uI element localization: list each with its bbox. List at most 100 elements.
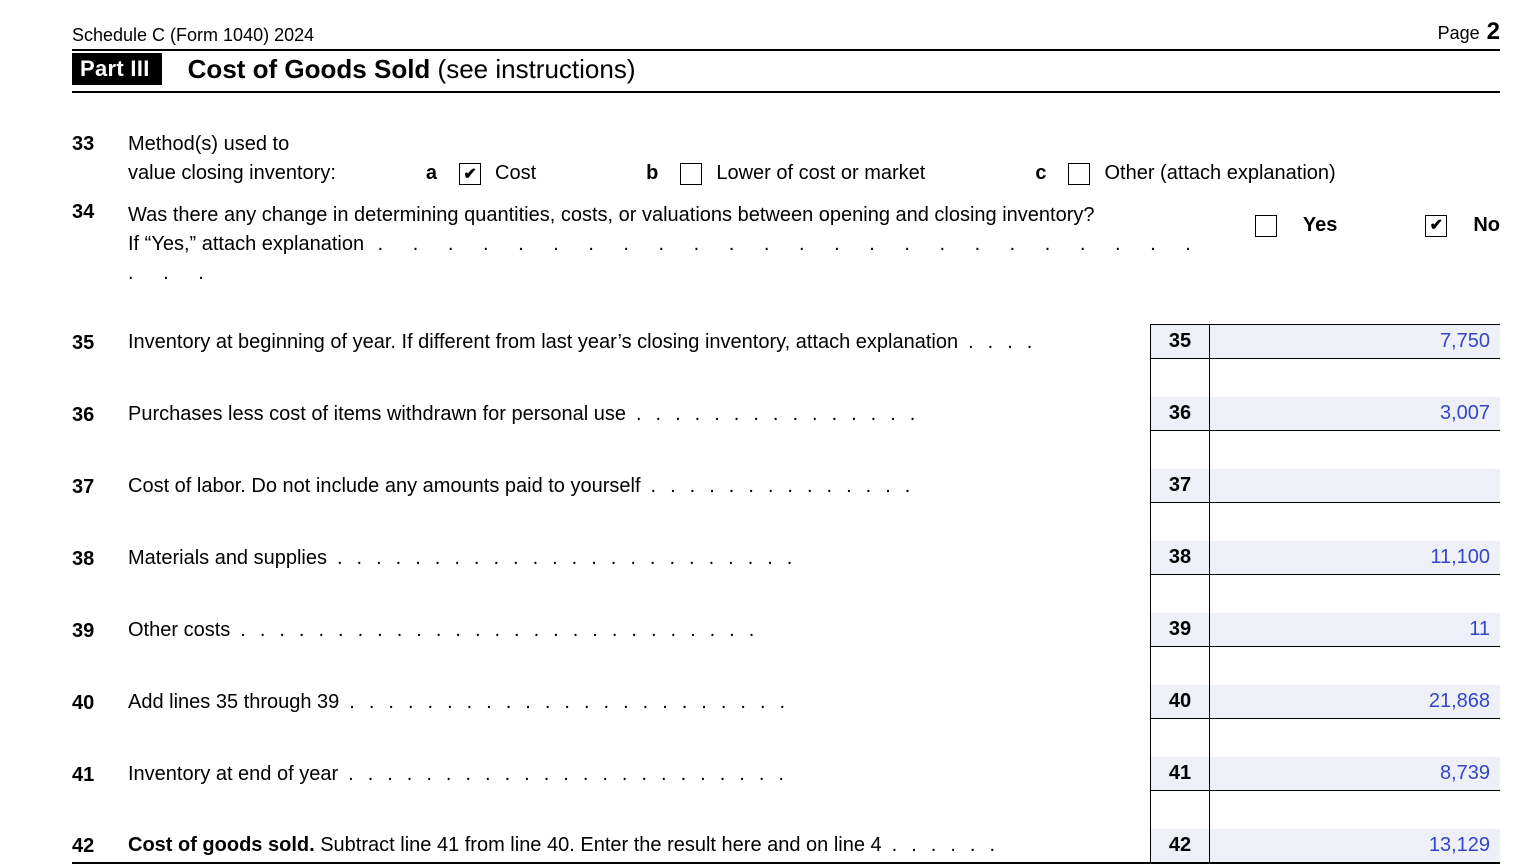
line-41-box-number: 41: [1151, 757, 1210, 791]
line-42-box-number: 42: [1151, 829, 1210, 863]
line-38-text-content: Materials and supplies: [128, 547, 327, 569]
row-spacer: [72, 359, 1500, 398]
line-34-no-label: No: [1473, 211, 1500, 240]
line-33-option-b: b Lower of cost or market: [646, 162, 925, 185]
checkbox-34-no[interactable]: ✔: [1425, 215, 1447, 237]
line-38-box-number: 38: [1151, 541, 1210, 575]
line-40-amount[interactable]: 21,868: [1210, 685, 1501, 719]
line-42-amount[interactable]: 13,129: [1210, 829, 1501, 863]
line-40-leader-dots: .......................: [339, 689, 799, 715]
cogs-table: 35Inventory at beginning of year. If dif…: [72, 324, 1500, 864]
line-36-number: 36: [72, 397, 128, 431]
line-37-box-number: 37: [1151, 469, 1210, 503]
line-39-text: Other costs...........................: [128, 613, 1151, 647]
line-41-amount[interactable]: 8,739: [1210, 757, 1501, 791]
page-indicator: Page 2: [1438, 18, 1500, 46]
line-35-leader-dots: ....: [958, 329, 1046, 355]
line-33-text-2: value closing inventory:: [128, 162, 336, 185]
line-41-leader-dots: .......................: [338, 761, 798, 787]
line-33-option-c: c Other (attach explanation): [1035, 162, 1335, 185]
row-spacer: [72, 575, 1500, 614]
checkbox-33b[interactable]: [680, 163, 702, 185]
checkbox-33a[interactable]: ✔: [459, 163, 481, 185]
section-title: Cost of Goods Sold (see instructions): [188, 54, 636, 85]
line-40-box-number: 40: [1151, 685, 1210, 719]
row-spacer: [72, 647, 1500, 686]
line-40-number: 40: [72, 685, 128, 719]
line-38-amount[interactable]: 11,100: [1210, 541, 1501, 575]
line-41: 41Inventory at end of year..............…: [72, 757, 1500, 791]
row-spacer: [72, 503, 1500, 542]
line-41-number: 41: [72, 757, 128, 791]
row-spacer: [72, 719, 1500, 758]
line-34: 34 Was there any change in determining q…: [72, 201, 1500, 288]
page-label: Page: [1438, 23, 1480, 43]
line-37-text: Cost of labor. Do not include any amount…: [128, 469, 1151, 503]
line-34-number: 34: [72, 201, 128, 224]
part-heading: Part III Cost of Goods Sold (see instruc…: [72, 51, 1500, 93]
line-41-text: Inventory at end of year................…: [128, 757, 1151, 791]
line-38-number: 38: [72, 541, 128, 575]
line-33-option-a-label: Cost: [495, 162, 536, 185]
line-39-box-number: 39: [1151, 613, 1210, 647]
line-42-number: 42: [72, 829, 128, 863]
form-header: Schedule C (Form 1040) 2024 Page 2: [72, 18, 1500, 46]
line-42-text: Cost of goods sold. Subtract line 41 fro…: [128, 829, 1151, 863]
line-33-option-b-letter: b: [646, 162, 658, 185]
line-37-amount[interactable]: [1210, 469, 1501, 503]
line-38-text: Materials and supplies..................…: [128, 541, 1151, 575]
line-37-leader-dots: ..............: [641, 473, 925, 499]
line-35-text: Inventory at beginning of year. If diffe…: [128, 325, 1151, 359]
line-35-box-number: 35: [1151, 325, 1210, 359]
line-33-option-c-label: Other (attach explanation): [1104, 162, 1335, 185]
line-42-leader-dots: ......: [882, 832, 1009, 858]
line-39-amount[interactable]: 11: [1210, 613, 1501, 647]
line-42-text-rest: Subtract line 41 from line 40. Enter the…: [315, 834, 882, 856]
line-33-number: 33: [72, 133, 128, 156]
line-36-box-number: 36: [1151, 397, 1210, 431]
page-number: 2: [1487, 18, 1500, 45]
line-37-text-content: Cost of labor. Do not include any amount…: [128, 475, 641, 497]
row-spacer: [72, 431, 1500, 470]
line-34-options: Yes ✔ No: [1255, 211, 1500, 240]
line-33-option-a: a ✔ Cost: [426, 162, 536, 185]
section-title-rest: (see instructions): [430, 54, 635, 84]
line-37: 37Cost of labor. Do not include any amou…: [72, 469, 1500, 503]
line-35-text-content: Inventory at beginning of year. If diffe…: [128, 331, 958, 353]
line-35: 35Inventory at beginning of year. If dif…: [72, 325, 1500, 359]
line-34-question-1: Was there any change in determining quan…: [128, 201, 1237, 230]
line-34-no: ✔ No: [1425, 211, 1500, 240]
line-36-leader-dots: ...............: [626, 401, 929, 427]
line-34-yes-label: Yes: [1303, 211, 1337, 240]
line-38-leader-dots: ........................: [327, 545, 806, 571]
checkbox-34-yes[interactable]: [1255, 215, 1277, 237]
form-body: 33 Method(s) used to value closing inven…: [72, 133, 1500, 864]
form-page: Schedule C (Form 1040) 2024 Page 2 Part …: [72, 18, 1500, 864]
line-34-yes: Yes: [1255, 211, 1337, 240]
line-40: 40Add lines 35 through 39...............…: [72, 685, 1500, 719]
line-33-option-a-letter: a: [426, 162, 437, 185]
line-37-number: 37: [72, 469, 128, 503]
line-33: 33 Method(s) used to value closing inven…: [72, 133, 1500, 185]
part-label-box: Part III: [72, 53, 162, 85]
line-34-question-2: If “Yes,” attach explanation: [128, 233, 364, 255]
line-40-text: Add lines 35 through 39.................…: [128, 685, 1151, 719]
line-36: 36Purchases less cost of items withdrawn…: [72, 397, 1500, 431]
line-33-text-1: Method(s) used to: [128, 133, 1500, 156]
line-36-amount[interactable]: 3,007: [1210, 397, 1501, 431]
line-42: 42Cost of goods sold. Subtract line 41 f…: [72, 829, 1500, 863]
line-35-amount[interactable]: 7,750: [1210, 325, 1501, 359]
line-33-option-b-label: Lower of cost or market: [716, 162, 925, 185]
line-36-text-content: Purchases less cost of items withdrawn f…: [128, 403, 626, 425]
line-35-number: 35: [72, 325, 128, 359]
line-38: 38Materials and supplies................…: [72, 541, 1500, 575]
line-33-option-c-letter: c: [1035, 162, 1046, 185]
line-39-number: 39: [72, 613, 128, 647]
line-40-text-content: Add lines 35 through 39: [128, 691, 339, 713]
line-42-text-bold: Cost of goods sold.: [128, 834, 315, 856]
row-spacer: [72, 791, 1500, 830]
checkbox-33c[interactable]: [1068, 163, 1090, 185]
line-36-text: Purchases less cost of items withdrawn f…: [128, 397, 1151, 431]
line-39: 39Other costs...........................…: [72, 613, 1500, 647]
section-title-bold: Cost of Goods Sold: [188, 54, 431, 84]
